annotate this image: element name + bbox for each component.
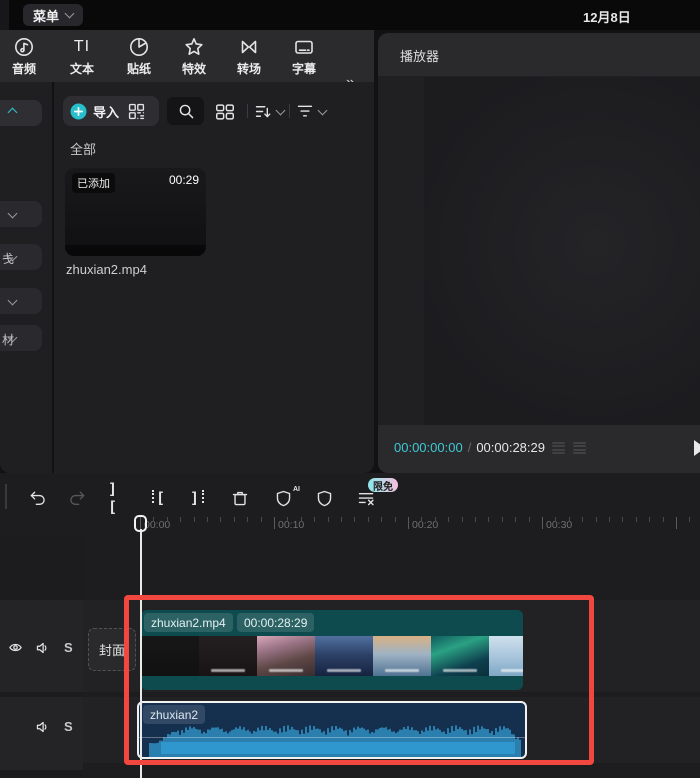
total-time: 00:00:28:29: [476, 440, 545, 455]
delete-left-icon: [: [150, 489, 166, 507]
redo-button[interactable]: [67, 488, 87, 509]
mute-track-button[interactable]: [35, 641, 50, 655]
chevron-down-icon: [7, 208, 18, 219]
title-bar: 菜单 12月8日: [0, 0, 700, 30]
category-all-label[interactable]: 全部: [70, 139, 96, 158]
audio-icon: [15, 38, 33, 56]
player-panel: 播放器 00:00:00:00 / 00:00:28:29: [378, 33, 700, 473]
menu-label: 菜单: [33, 8, 60, 24]
divider: [289, 104, 290, 118]
shield-icon: [317, 490, 331, 507]
timeline-section: ][ [ ] AI 限免 00:00 00:10 00:20 00:30 S S…: [0, 473, 700, 778]
current-time: 00:00:00:00: [394, 440, 463, 455]
window-edge: [0, 0, 9, 30]
media-sidebar: 戋 材: [0, 82, 54, 473]
tab-transition[interactable]: 转场: [223, 36, 275, 77]
chevron-down-icon: [275, 105, 286, 115]
eye-icon: [9, 643, 22, 652]
undo-icon: [30, 491, 45, 505]
trash-icon: [232, 491, 248, 506]
lines-icon: [573, 442, 586, 454]
play-button[interactable]: [694, 440, 700, 456]
speaker-icon: [36, 721, 47, 733]
search-icon: [179, 104, 193, 119]
limited-free-badge: 限免: [368, 478, 398, 493]
undo-button[interactable]: [28, 488, 48, 509]
sidebar-item-4[interactable]: [0, 288, 42, 314]
chevron-down-icon: [7, 295, 18, 306]
import-label: 导入: [93, 104, 120, 120]
timecode: 00:00:00:00 / 00:00:28:29: [394, 440, 545, 455]
add-icon: [70, 103, 87, 119]
filter-icon: [297, 105, 313, 117]
solo-track-button[interactable]: S: [64, 640, 73, 655]
capcut-window: 菜单 12月8日 音频 TI 文本 贴纸 特效 转场 字幕 戋 材 导入 全部 …: [0, 0, 700, 778]
player-controls-bar: 00:00:00:00 / 00:00:28:29: [378, 425, 700, 473]
import-button-group[interactable]: 导入: [63, 96, 159, 126]
delete-left-button[interactable]: [: [148, 489, 168, 507]
media-panel: 戋 材 导入 全部 已添加 00:29 zhuxian2.mp4: [0, 82, 374, 473]
tab-audio[interactable]: 音频: [0, 36, 50, 77]
tab-effects[interactable]: 特效: [168, 36, 220, 77]
video-track-header: S: [0, 600, 83, 692]
divider: [247, 104, 248, 118]
delete-right-button[interactable]: ]: [188, 489, 208, 507]
transition-icon: [241, 40, 257, 54]
delete-right-icon: ]: [190, 489, 206, 507]
chevron-down-icon: [317, 105, 328, 115]
captions-icon: [295, 40, 313, 54]
ai-matting-button[interactable]: AI: [273, 486, 300, 508]
video-frame: [424, 77, 700, 425]
sidebar-item-active[interactable]: [0, 100, 42, 126]
mask-button[interactable]: [314, 488, 334, 508]
sidebar-item-2[interactable]: [0, 201, 42, 227]
tab-captions[interactable]: 字幕: [278, 36, 330, 77]
effects-icon: [185, 38, 203, 55]
player-title: 播放器: [400, 49, 440, 64]
menu-button[interactable]: 菜单: [23, 4, 84, 26]
added-badge: 已添加: [72, 173, 115, 193]
shield-ai-icon: [276, 490, 290, 507]
grid-view-icon: [216, 104, 234, 120]
text-icon: TI: [73, 38, 91, 55]
split-icon: ][: [108, 480, 119, 516]
split-button[interactable]: ][: [108, 480, 128, 516]
chevron-up-icon: [7, 107, 18, 118]
mute-track-button[interactable]: [35, 720, 50, 734]
redo-icon: [70, 491, 85, 505]
audio-track-header: S: [0, 697, 83, 770]
ai-tag: AI: [293, 486, 300, 493]
project-date: 12月8日: [583, 10, 631, 25]
tab-sticker[interactable]: 贴纸: [113, 36, 165, 77]
chevron-down-icon: [64, 8, 75, 19]
clip-duration: 00:29: [168, 173, 199, 187]
sort-icon: [255, 106, 271, 118]
toggle-visibility-button[interactable]: [7, 640, 24, 655]
annotation-highlight-box: [124, 595, 594, 765]
sort-button[interactable]: [253, 102, 286, 121]
time-ruler[interactable]: 00:00 00:10 00:20 00:30: [0, 515, 700, 537]
media-clip-card[interactable]: 已添加 00:29: [65, 168, 206, 256]
sidebar-item-5[interactable]: 材: [0, 325, 42, 351]
display-options[interactable]: [552, 442, 586, 454]
sidebar-item-3[interactable]: 戋: [0, 244, 42, 270]
timeline-toolbar: ][ [ ] AI: [28, 480, 376, 516]
divider: [5, 484, 7, 509]
layout-view-button[interactable]: [214, 101, 236, 122]
player-viewport: [378, 76, 700, 425]
search-box[interactable]: [167, 97, 204, 125]
lines-icon: [552, 442, 565, 454]
clip-filename: zhuxian2.mp4: [66, 262, 147, 277]
speaker-icon: [36, 642, 47, 654]
tab-text[interactable]: TI 文本: [56, 36, 108, 77]
asset-ribbon: 音频 TI 文本 贴纸 特效 转场 字幕: [0, 30, 374, 91]
filter-button[interactable]: [295, 102, 328, 121]
delete-button[interactable]: [230, 488, 250, 508]
sticker-icon: [130, 38, 148, 56]
qr-code-icon: [128, 103, 145, 119]
solo-track-button[interactable]: S: [64, 719, 73, 734]
card-footer: [65, 245, 206, 256]
